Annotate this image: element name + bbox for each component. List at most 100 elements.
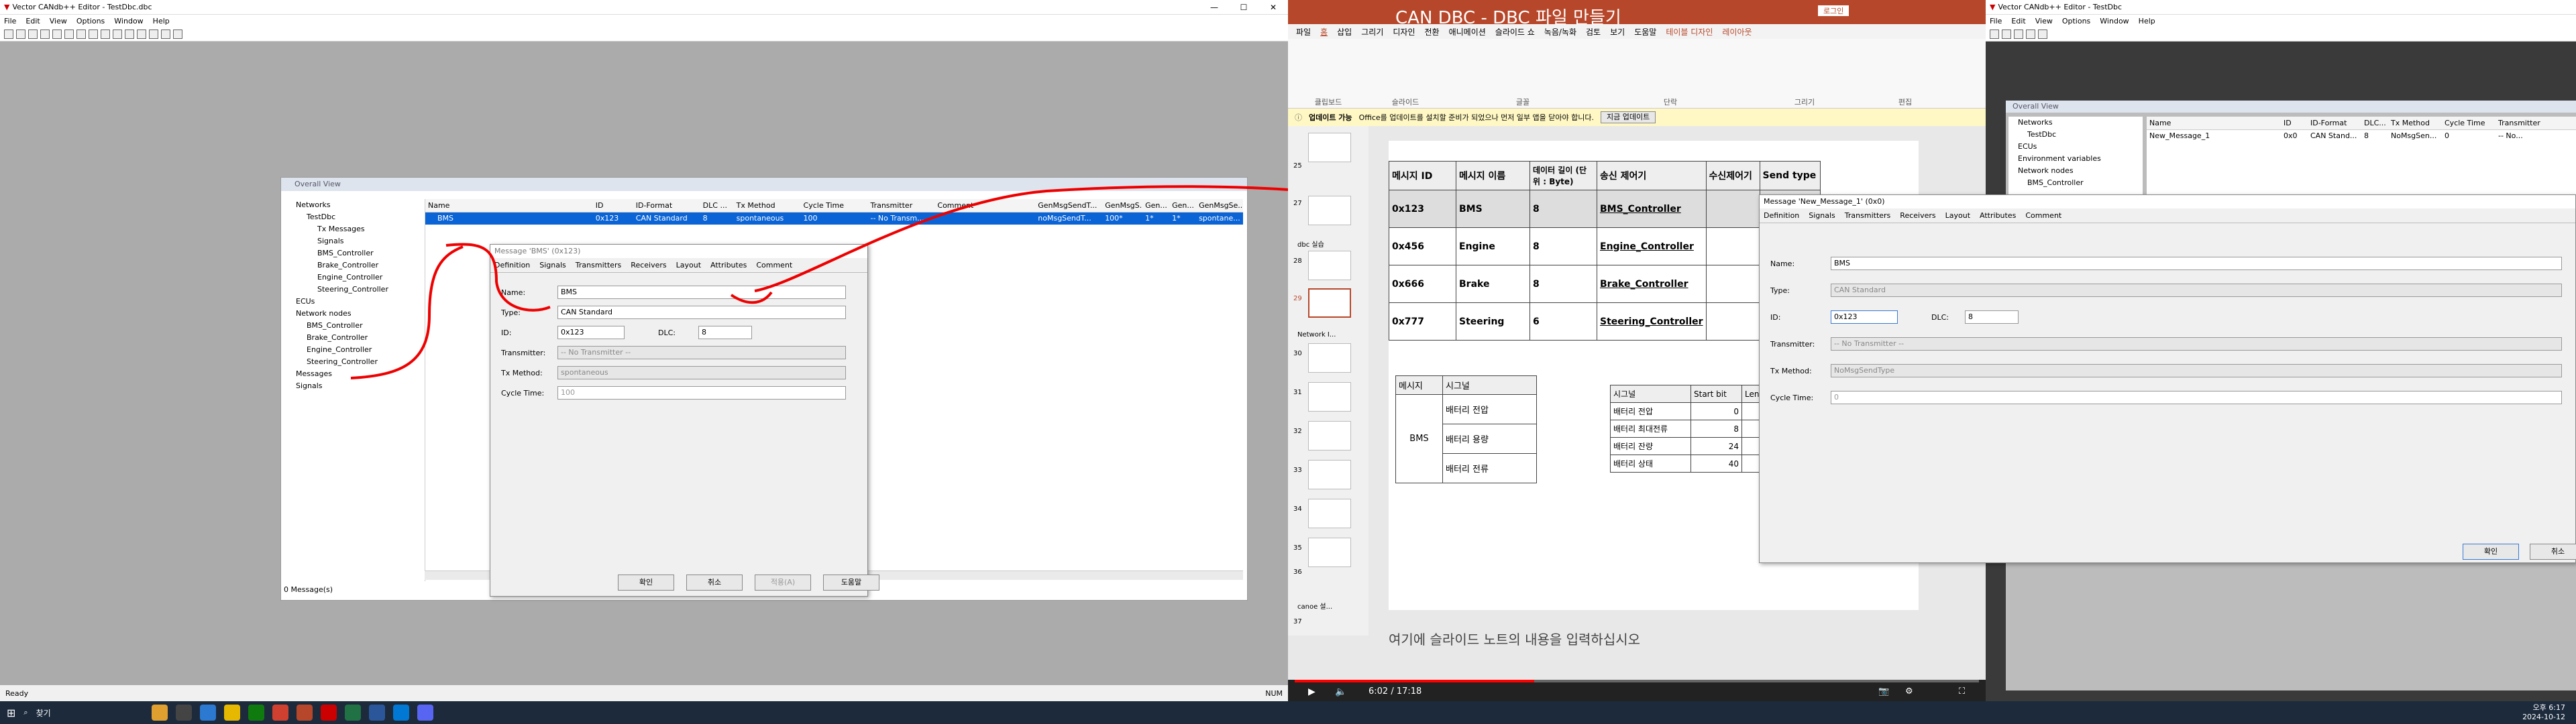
slide-thumb-29[interactable] [1308, 288, 1351, 318]
id-input[interactable]: 0x123 [557, 326, 625, 339]
slide-thumb-30[interactable] [1308, 343, 1351, 373]
tab-receivers[interactable]: Receivers [631, 261, 666, 269]
col-id-format[interactable]: ID-Format [2308, 117, 2361, 129]
cycle-input[interactable]: 0 [1831, 391, 2562, 404]
store-icon[interactable] [248, 705, 264, 721]
paste-icon[interactable] [64, 29, 74, 39]
tab-signals[interactable]: Signals [1809, 211, 1835, 220]
dlc-input[interactable]: 8 [1965, 310, 2019, 324]
transmitter-select[interactable]: -- No Transmitter -- [557, 346, 846, 359]
video-progress-track[interactable] [1295, 680, 1979, 682]
tab-insert[interactable]: 삽입 [1337, 26, 1352, 38]
update-now-button[interactable]: 지금 업데이트 [1601, 111, 1656, 123]
tree-signals[interactable]: Signals [285, 235, 419, 247]
tab-definition[interactable]: Definition [494, 261, 530, 269]
dlc-input[interactable]: 8 [698, 326, 752, 339]
powerpoint-icon[interactable] [296, 705, 313, 721]
menu-file[interactable]: File [1990, 17, 2002, 25]
copy-icon[interactable] [2038, 29, 2047, 39]
menu-options[interactable]: Options [76, 17, 105, 25]
tile-vertical-icon[interactable] [173, 29, 182, 39]
copy-icon[interactable] [52, 29, 62, 39]
id-input[interactable]: 0x123 [1831, 310, 1898, 324]
cut-icon[interactable] [2026, 29, 2035, 39]
login-button[interactable]: 로그인 [1818, 5, 1849, 16]
col-name[interactable]: Name [2147, 117, 2281, 129]
tree-env-vars[interactable]: Environment variables [2008, 153, 2143, 165]
type-select[interactable]: CAN Standard [1831, 284, 2562, 297]
slide-thumb-32[interactable] [1308, 421, 1351, 450]
col-id-format[interactable]: ID-Format [633, 199, 700, 212]
slide-thumb-33[interactable] [1308, 460, 1351, 489]
tree-ecus[interactable]: ECUs [285, 296, 419, 308]
tab-slideshow[interactable]: 슬라이드 쇼 [1495, 26, 1535, 38]
cut-icon[interactable] [40, 29, 50, 39]
tab-layout[interactable]: Layout [676, 261, 701, 269]
menu-help[interactable]: Help [153, 17, 170, 25]
col-dlc[interactable]: DLC ... [700, 199, 734, 212]
table-row[interactable]: BMS 0x123 CAN Standard 8 spontaneous 100… [425, 213, 1243, 225]
col-tx-method[interactable]: Tx Method [2388, 117, 2442, 129]
tree-node-engine[interactable]: Engine_Controller [285, 344, 419, 356]
search-icon[interactable]: ⌕ [23, 708, 28, 717]
menu-view[interactable]: View [2035, 17, 2053, 25]
tab-attributes[interactable]: Attributes [1980, 211, 2016, 220]
word-icon[interactable] [368, 705, 385, 721]
slide-thumb-27[interactable] [1308, 196, 1351, 225]
tab-review[interactable]: 검토 [1586, 26, 1601, 38]
col-gen1[interactable]: Gen... [1142, 199, 1169, 212]
tab-transmitters[interactable]: Transmitters [1845, 211, 1891, 220]
delete-icon[interactable] [76, 29, 86, 39]
pinned-app-icon[interactable] [151, 705, 168, 721]
col-genmsgs[interactable]: GenMsgS... [1102, 199, 1142, 212]
fullscreen-icon[interactable]: ⛶ [1959, 686, 1965, 697]
tab-table-layout[interactable]: 레이아웃 [1722, 26, 1752, 38]
name-input[interactable]: BMS [1831, 257, 2562, 270]
tab-draw[interactable]: 그리기 [1361, 26, 1383, 38]
tab-receivers[interactable]: Receivers [1900, 211, 1935, 220]
screenshot-icon[interactable]: 📷 [1878, 686, 1889, 697]
menu-window[interactable]: Window [2100, 17, 2129, 25]
tree-node-steering[interactable]: Steering_Controller [285, 356, 419, 368]
tab-definition[interactable]: Definition [1764, 211, 1799, 220]
tree-networks[interactable]: Networks [285, 199, 419, 211]
col-gen2[interactable]: Gen... [1169, 199, 1196, 212]
bits-table[interactable]: 시그널 Start bit Leng 배터리 전압 0 배터리 최대전류 8 배터리… [1610, 385, 1768, 473]
task-view-icon[interactable] [175, 705, 192, 721]
tree-network-nodes[interactable]: Network nodes [2008, 165, 2143, 177]
vscode-icon[interactable] [392, 705, 409, 721]
menu-help[interactable]: Help [2139, 17, 2155, 25]
col-transmitter[interactable]: Transmitter [2496, 117, 2549, 129]
tree-messages[interactable]: Messages [285, 368, 419, 380]
col-cycle-time[interactable]: Cycle Time [2442, 117, 2496, 129]
tree-node-bms[interactable]: BMS_Controller [2008, 177, 2143, 189]
type-select[interactable]: CAN Standard [557, 306, 846, 319]
slide-thumb-35[interactable] [1308, 538, 1351, 567]
tree-ecus[interactable]: ECUs [2008, 141, 2143, 153]
open-icon[interactable] [2002, 29, 2011, 39]
details-view-icon[interactable] [113, 29, 122, 39]
col-name[interactable]: Name [425, 199, 593, 212]
cycle-input[interactable]: 100 [557, 386, 846, 400]
discord-icon[interactable] [417, 705, 433, 721]
section-dbc[interactable]: dbc 실습 [1297, 239, 1324, 249]
col-transmitter[interactable]: Transmitter [867, 199, 934, 212]
tree-node-brake[interactable]: Brake_Controller [285, 332, 419, 344]
col-tx-method[interactable]: Tx Method [734, 199, 801, 212]
candb-icon[interactable] [320, 705, 337, 721]
txmethod-select[interactable]: NoMsgSendType [1831, 364, 2562, 377]
tab-help[interactable]: 도움말 [1634, 26, 1656, 38]
tree-networks[interactable]: Networks [2008, 117, 2143, 129]
volume-icon[interactable]: 🔈 [1335, 686, 1346, 697]
signal-table[interactable]: 메시지 시그널 BMS 배터리 전압 배터리 용량 배터리 전류 [1395, 375, 1537, 483]
excel-icon[interactable] [344, 705, 361, 721]
slide-notes[interactable]: 여기에 슬라이드 노트의 내용을 입력하십시오 [1389, 629, 1640, 648]
open-icon[interactable] [16, 29, 25, 39]
settings-icon[interactable]: ⚙ [1905, 686, 1913, 697]
list-view-icon[interactable] [101, 29, 110, 39]
tree-testdbc[interactable]: TestDbc [285, 211, 419, 223]
tree-bms-controller[interactable]: BMS_Controller [285, 247, 419, 259]
tab-comment[interactable]: Comment [2025, 211, 2061, 220]
tab-record[interactable]: 녹음/녹화 [1544, 26, 1576, 38]
taskbar-search[interactable]: 찾기 [36, 707, 144, 719]
